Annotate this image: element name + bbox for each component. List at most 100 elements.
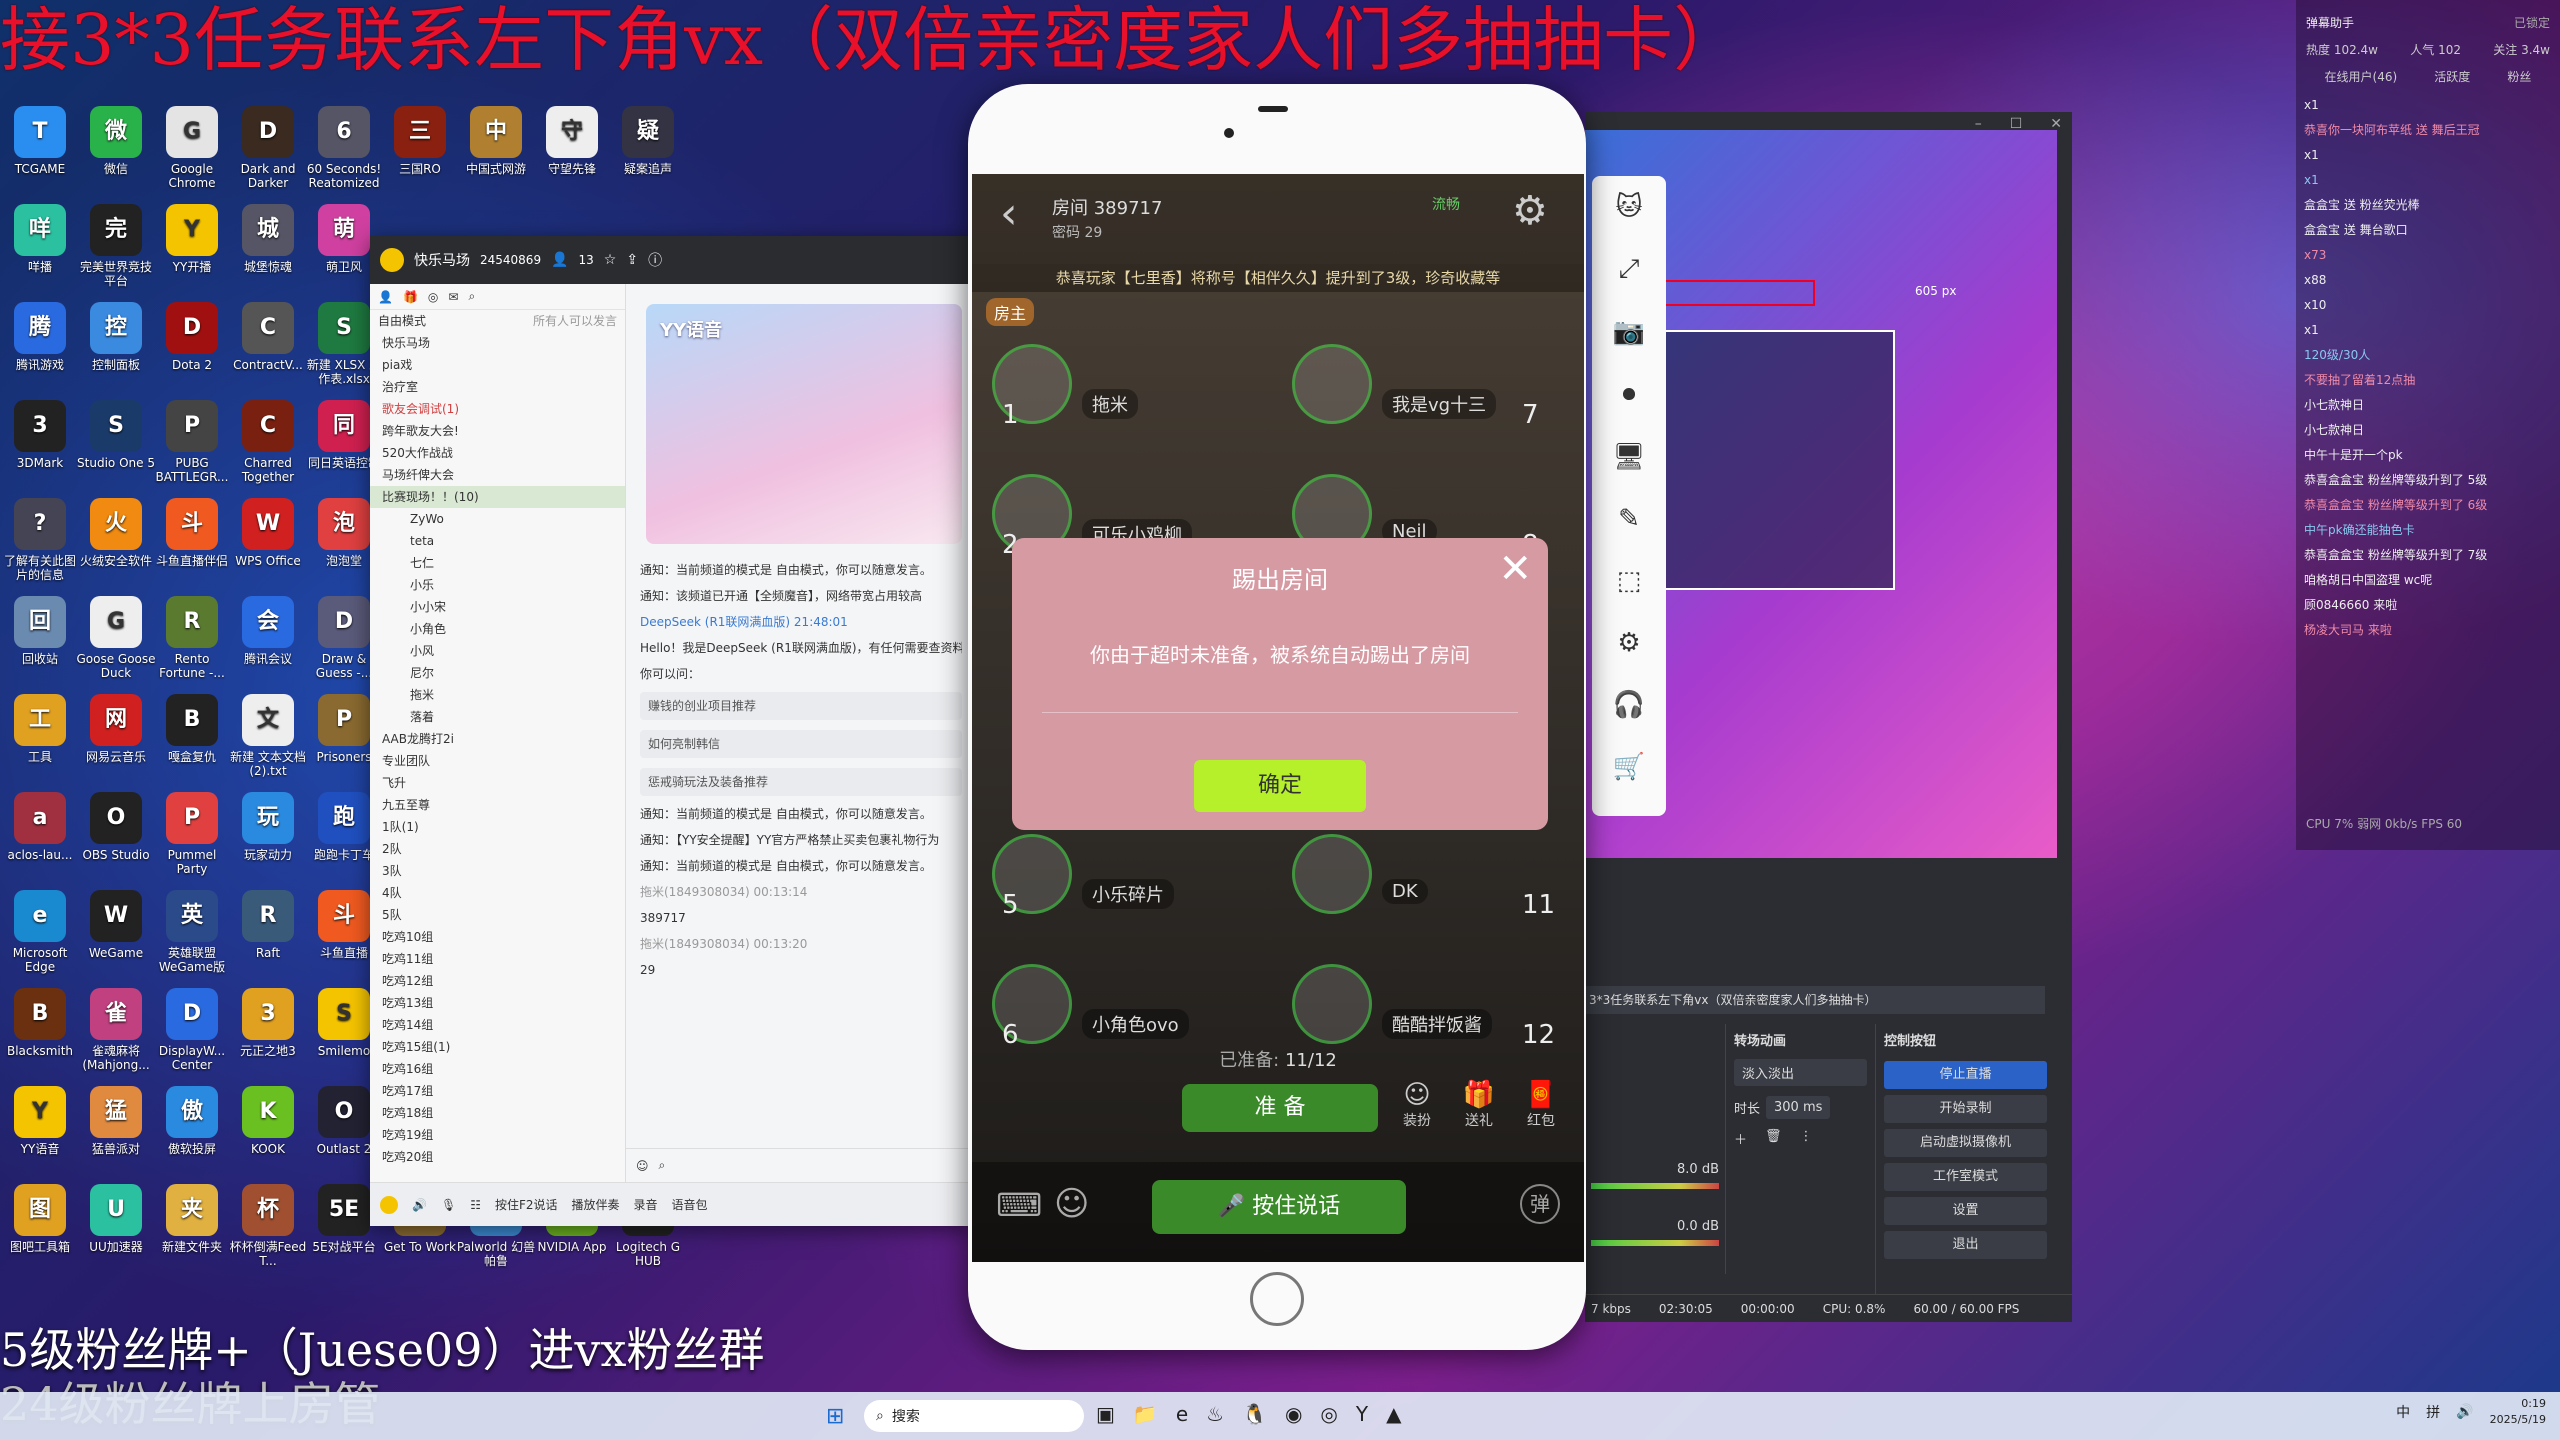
player-seat[interactable]: 拖米 1: [972, 334, 1252, 434]
desktop-icon[interactable]: W WPS Office: [228, 498, 308, 568]
edge-icon[interactable]: e: [1176, 1402, 1188, 1426]
desktop-icon[interactable]: 3 3DMark: [0, 400, 80, 470]
channel-item[interactable]: 吃鸡18组: [370, 1102, 625, 1124]
channel-item[interactable]: pia戏: [370, 354, 625, 376]
channel-item[interactable]: 飞升: [370, 772, 625, 794]
desktop-icon[interactable]: G Google Chrome: [152, 106, 232, 190]
obs-control-button[interactable]: 启动虚拟摄像机: [1884, 1129, 2047, 1157]
obs-control-button[interactable]: 退出: [1884, 1231, 2047, 1259]
player-seat[interactable]: 我是vg十三 7: [1272, 334, 1552, 434]
gift-button[interactable]: 🎁 送礼: [1454, 1080, 1504, 1130]
danmu-lock[interactable]: 已锁定: [2514, 14, 2550, 31]
desktop-icon[interactable]: U UU加速器: [76, 1184, 156, 1254]
tab-fans[interactable]: 粉丝: [2507, 68, 2531, 85]
dialog-close-icon[interactable]: ✕: [1498, 546, 1532, 592]
channel-item[interactable]: 七仁: [370, 552, 625, 574]
channel-item[interactable]: 吃鸡15组(1): [370, 1036, 625, 1058]
desktop-icon[interactable]: e Microsoft Edge: [0, 890, 80, 974]
channel-item[interactable]: 吃鸡14组: [370, 1014, 625, 1036]
channel-item[interactable]: 九五至尊: [370, 794, 625, 816]
desktop-icon[interactable]: W WeGame: [76, 890, 156, 960]
fullscreen-icon[interactable]: ⤢: [1619, 254, 1640, 285]
danmu-assistant-panel[interactable]: 弹幕助手 已锁定 热度 102.4w 人气 102 关注 3.4w 在线用户(4…: [2296, 0, 2560, 850]
desktop-icon[interactable]: 工工具: [0, 694, 80, 764]
channel-item[interactable]: 拖米: [370, 684, 625, 706]
desktop-icon[interactable]: 3 元正之地3: [228, 988, 308, 1058]
desktop-icon[interactable]: 网网易云音乐: [76, 694, 156, 764]
desktop-icon[interactable]: 夹新建文件夹: [152, 1184, 232, 1254]
info-icon[interactable]: ⓘ: [648, 250, 662, 270]
home-button[interactable]: [1250, 1272, 1304, 1326]
desktop-icon[interactable]: 微微信: [76, 106, 156, 176]
channel-item[interactable]: 5队: [370, 904, 625, 926]
desktop-icon[interactable]: D Dota 2: [152, 302, 232, 372]
windows-start-icon[interactable]: ⊞: [826, 1404, 844, 1429]
yy-titlebar[interactable]: 快乐马场 24540869 👤 13 ☆ ⇪ ⓘ: [370, 236, 972, 284]
desktop-icon[interactable]: R Rento Fortune -...: [152, 596, 232, 680]
obs-control-button[interactable]: 工作室模式: [1884, 1163, 2047, 1191]
chat-input-bar[interactable]: ☺ ⌕: [626, 1148, 972, 1182]
channel-item[interactable]: 比赛现场！！(10): [370, 486, 625, 508]
speaker-icon[interactable]: 🔊: [412, 1198, 427, 1212]
ime-chinese[interactable]: 中: [2396, 1402, 2410, 1422]
tab-activity[interactable]: 活跃度: [2434, 68, 2470, 85]
volume-icon[interactable]: 🔊: [2456, 1404, 2473, 1420]
channel-item[interactable]: 治疗室: [370, 376, 625, 398]
history-search-icon[interactable]: ⌕: [659, 1158, 666, 1173]
channel-item[interactable]: 吃鸡13组: [370, 992, 625, 1014]
channel-item[interactable]: 专业团队: [370, 750, 625, 772]
desktop-icon[interactable]: 图图吧工具箱: [0, 1184, 80, 1254]
obs-control-button[interactable]: 设置: [1884, 1197, 2047, 1225]
desktop-icon[interactable]: 猛猛兽派对: [76, 1086, 156, 1156]
desktop-icon[interactable]: 斗斗鱼直播伴侣: [152, 498, 232, 568]
add-transition-icon[interactable]: ＋: [1734, 1129, 1747, 1148]
desktop-icon[interactable]: 城城堡惊魂: [228, 204, 308, 274]
chat-message[interactable]: 惩戒骑玩法及装备推荐: [640, 768, 962, 796]
desktop-icon[interactable]: 杯杯杯倒满Feed T...: [228, 1184, 308, 1268]
equalizer-icon[interactable]: ☷: [470, 1198, 481, 1212]
desktop-icon[interactable]: 完完美世界竞技平台: [76, 204, 156, 288]
desktop-icon[interactable]: T TCGAME: [0, 106, 80, 176]
channel-item[interactable]: 小风: [370, 640, 625, 662]
channel-item[interactable]: 吃鸡16组: [370, 1058, 625, 1080]
push-to-talk-button[interactable]: 🎤 按住说话: [1152, 1180, 1406, 1234]
desktop-icon[interactable]: ? 了解有关此图片的信息: [0, 498, 80, 582]
screenshot-icon[interactable]: 📷: [1613, 317, 1645, 347]
yy-mini-logo-icon[interactable]: [380, 1195, 398, 1214]
player-seat[interactable]: 酷酷拌饭酱 12: [1272, 954, 1555, 1054]
channel-item[interactable]: 吃鸡10组: [370, 926, 625, 948]
desktop-icon[interactable]: K KOOK: [228, 1086, 308, 1156]
obs-control-button[interactable]: 停止直播: [1884, 1061, 2047, 1089]
desktop-icon[interactable]: a aclos-lau...: [0, 792, 80, 862]
channel-item[interactable]: 尼尔: [370, 662, 625, 684]
back-icon[interactable]: ‹: [1000, 188, 1018, 239]
cart-icon[interactable]: 🛒: [1613, 752, 1645, 782]
desktop-icon[interactable]: 雀雀魂麻将(Mahjong...: [76, 988, 156, 1072]
yy-banner[interactable]: YY语音: [646, 304, 962, 544]
channel-item[interactable]: 吃鸡11组: [370, 948, 625, 970]
ready-button[interactable]: 准 备: [1182, 1084, 1378, 1132]
desktop-icon[interactable]: 会腾讯会议: [228, 596, 308, 666]
emoji-face-icon[interactable]: ☺: [1054, 1184, 1089, 1224]
delete-transition-icon[interactable]: 🗑: [1765, 1129, 1782, 1148]
clock-time[interactable]: 0:19: [2490, 1396, 2546, 1412]
channel-item[interactable]: 吃鸡12组: [370, 970, 625, 992]
channel-item[interactable]: AAB龙腾打2i: [370, 728, 625, 750]
ime-pinyin[interactable]: 拼: [2426, 1402, 2440, 1422]
record-video-icon[interactable]: ⏺: [1622, 379, 1635, 410]
mic-icon[interactable]: 🎙: [441, 1198, 456, 1212]
qq-icon[interactable]: 🐧: [1242, 1402, 1267, 1426]
message-icon[interactable]: ✉: [448, 290, 458, 304]
dress-button[interactable]: ☺ 装扮: [1392, 1080, 1442, 1130]
desktop-icon[interactable]: C ContractV...: [228, 302, 308, 372]
steam-icon[interactable]: ♨: [1206, 1402, 1224, 1426]
desktop-icon[interactable]: B 嘎盒复仇: [152, 694, 232, 764]
desktop-icon[interactable]: 三三国RO: [380, 106, 460, 176]
transition-select[interactable]: 淡入淡出: [1734, 1059, 1867, 1086]
danmu-toggle[interactable]: 弹: [1520, 1184, 1560, 1224]
task-view-icon[interactable]: ▣: [1096, 1402, 1115, 1426]
yy-taskbar-icon[interactable]: Y: [1356, 1402, 1368, 1426]
desktop-icon[interactable]: R Raft: [228, 890, 308, 960]
chat-message[interactable]: 赚钱的创业项目推荐: [640, 692, 962, 720]
settings-gear-icon[interactable]: ⚙: [1617, 628, 1640, 658]
